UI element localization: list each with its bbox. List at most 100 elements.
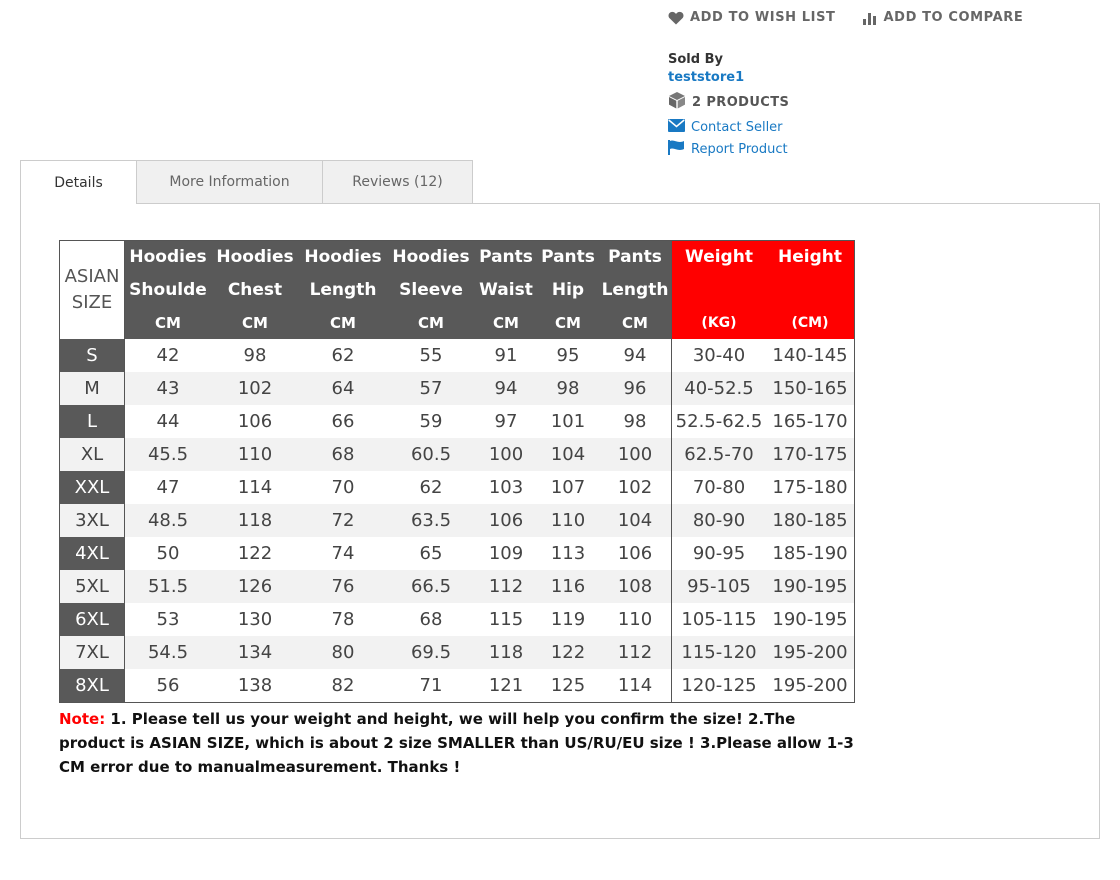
table-cell: 121 (488, 675, 524, 696)
table-cell: 113 (550, 543, 586, 564)
products-count-label: 2 PRODUCTS (692, 94, 790, 110)
table-cell: 110 (617, 609, 653, 630)
table-cell: 91 (494, 345, 518, 366)
table-cell: 165-170 (772, 411, 848, 432)
table-cell: 119 (550, 609, 586, 630)
size-label-cell: S (59, 339, 125, 372)
table-cell: 170-175 (766, 438, 855, 471)
table-cell: 109 (488, 543, 524, 564)
bar-chart-icon (862, 11, 878, 25)
table-cell: 95-105 (671, 570, 766, 603)
column-header-line2 (766, 274, 854, 307)
column-header-line2: Length (601, 280, 669, 300)
column-header-unit: (KG) (701, 315, 737, 331)
seller-info: Sold By teststore1 2 PRODUCTS Contact Se… (668, 52, 789, 159)
table-cell: 125 (550, 675, 586, 696)
table-cell: 76 (299, 570, 387, 603)
table-cell: 62 (419, 477, 443, 498)
size-label-cell: XXL (59, 471, 125, 504)
column-header-unit: CM (493, 314, 519, 332)
box-icon (668, 91, 686, 113)
column-header-line1: Hoodies (392, 247, 470, 267)
table-cell: 72 (299, 504, 387, 537)
table-row: XXL 47 114 70 62 103 107 102 70-80 175-180 (59, 471, 855, 504)
column-header-unit: CM (622, 314, 648, 332)
table-cell: 48.5 (124, 504, 211, 537)
table-cell: 100 (475, 438, 537, 471)
table-cell: 104 (599, 504, 672, 537)
seller-products-count[interactable]: 2 PRODUCTS (668, 91, 789, 113)
table-cell: 90-95 (671, 537, 766, 570)
size-label-cell: 3XL (59, 504, 125, 537)
table-cell: 102 (617, 477, 653, 498)
table-cell: 80 (299, 636, 387, 669)
table-cell: 116 (537, 570, 599, 603)
tab-more-information[interactable]: More Information (136, 160, 323, 203)
table-cell: 66.5 (387, 570, 475, 603)
table-cell: 51.5 (124, 570, 211, 603)
column-header-line2: Hip (551, 280, 585, 300)
table-cell: 108 (599, 570, 672, 603)
report-product-link[interactable]: Report Product (668, 140, 789, 159)
height-column-header: Height (CM) (766, 240, 855, 339)
note-text: 1. Please tell us your weight and height… (59, 710, 854, 776)
column-header-line1: Pants (608, 247, 662, 267)
column-header-unit: CM (555, 314, 581, 332)
table-cell: 122 (237, 543, 273, 564)
column-header: Hoodies Chest CM (211, 240, 299, 339)
tab-reviews[interactable]: Reviews (12) (322, 160, 473, 203)
column-header-line2: Sleeve (399, 280, 463, 300)
table-row: M 43 102 64 57 94 98 96 40-52.5 150-165 (59, 372, 855, 405)
table-cell: 68 (299, 438, 387, 471)
column-header-line1: Height (778, 247, 842, 267)
table-cell: 118 (475, 636, 537, 669)
tab-details[interactable]: Details (20, 160, 137, 204)
table-cell: 101 (550, 411, 586, 432)
product-actions: ADD TO WISH LIST ADD TO COMPARE (668, 10, 1023, 25)
table-cell: 115-120 (671, 636, 766, 669)
table-cell: 53 (156, 609, 180, 630)
table-cell: 195-200 (772, 675, 848, 696)
size-label-cell: XL (59, 438, 125, 471)
tab-label: Details (54, 174, 103, 191)
note-prefix: Note: (59, 710, 106, 728)
table-cell: 106 (237, 411, 273, 432)
table-cell: 97 (494, 411, 518, 432)
table-cell: 185-190 (772, 543, 848, 564)
column-header-line2: Waist (479, 280, 533, 300)
weight-column-header: Weight (KG) (671, 240, 766, 339)
table-cell: 68 (419, 609, 443, 630)
column-header-line1: Pants (479, 247, 533, 267)
column-header: Pants Hip CM (537, 240, 599, 339)
size-label-cell: L (59, 405, 125, 438)
size-chart-table: ASIAN SIZE Hoodies Shoulde CM Hoodies Chest… (59, 240, 855, 703)
column-header-unit: CM (242, 314, 268, 332)
table-row: S 42 98 62 55 91 95 94 30-40 140-145 (59, 339, 855, 372)
column-header-line2: Shoulde (129, 280, 207, 300)
table-row: XL 45.5 110 68 60.5 100 104 100 62.5-70 170-175 (59, 438, 855, 471)
table-cell: 62.5-70 (671, 438, 766, 471)
table-cell: 63.5 (387, 504, 475, 537)
column-header: Hoodies Length CM (299, 240, 387, 339)
wishlist-label: ADD TO WISH LIST (690, 10, 836, 25)
column-header-unit: CM (418, 314, 444, 332)
column-header-line2: Chest (227, 280, 283, 300)
table-cell: 71 (419, 675, 443, 696)
table-row: 8XL 56 138 82 71 121 125 114 120-125 195-200 (59, 669, 855, 703)
table-cell: 98 (243, 345, 267, 366)
table-cell: 65 (419, 543, 443, 564)
add-to-wishlist-link[interactable]: ADD TO WISH LIST (668, 10, 836, 25)
tab-list: Details More Information Reviews (12) (20, 160, 1100, 204)
asian-size-header: ASIAN SIZE (59, 240, 125, 339)
contact-seller-link[interactable]: Contact Seller (668, 119, 789, 136)
table-cell: 105-115 (671, 603, 766, 636)
sold-by-label: Sold By (668, 52, 723, 67)
add-to-compare-link[interactable]: ADD TO COMPARE (862, 10, 1024, 25)
table-cell: 45.5 (124, 438, 211, 471)
size-chart-header-row: ASIAN SIZE Hoodies Shoulde CM Hoodies Chest… (59, 240, 855, 339)
asian-size-line1: ASIAN (64, 266, 120, 287)
tab-panel-details: ASIAN SIZE Hoodies Shoulde CM Hoodies Chest… (20, 203, 1100, 839)
store-name-link[interactable]: teststore1 (668, 70, 789, 85)
table-cell: 106 (475, 504, 537, 537)
column-header-line2: Length (309, 280, 377, 300)
